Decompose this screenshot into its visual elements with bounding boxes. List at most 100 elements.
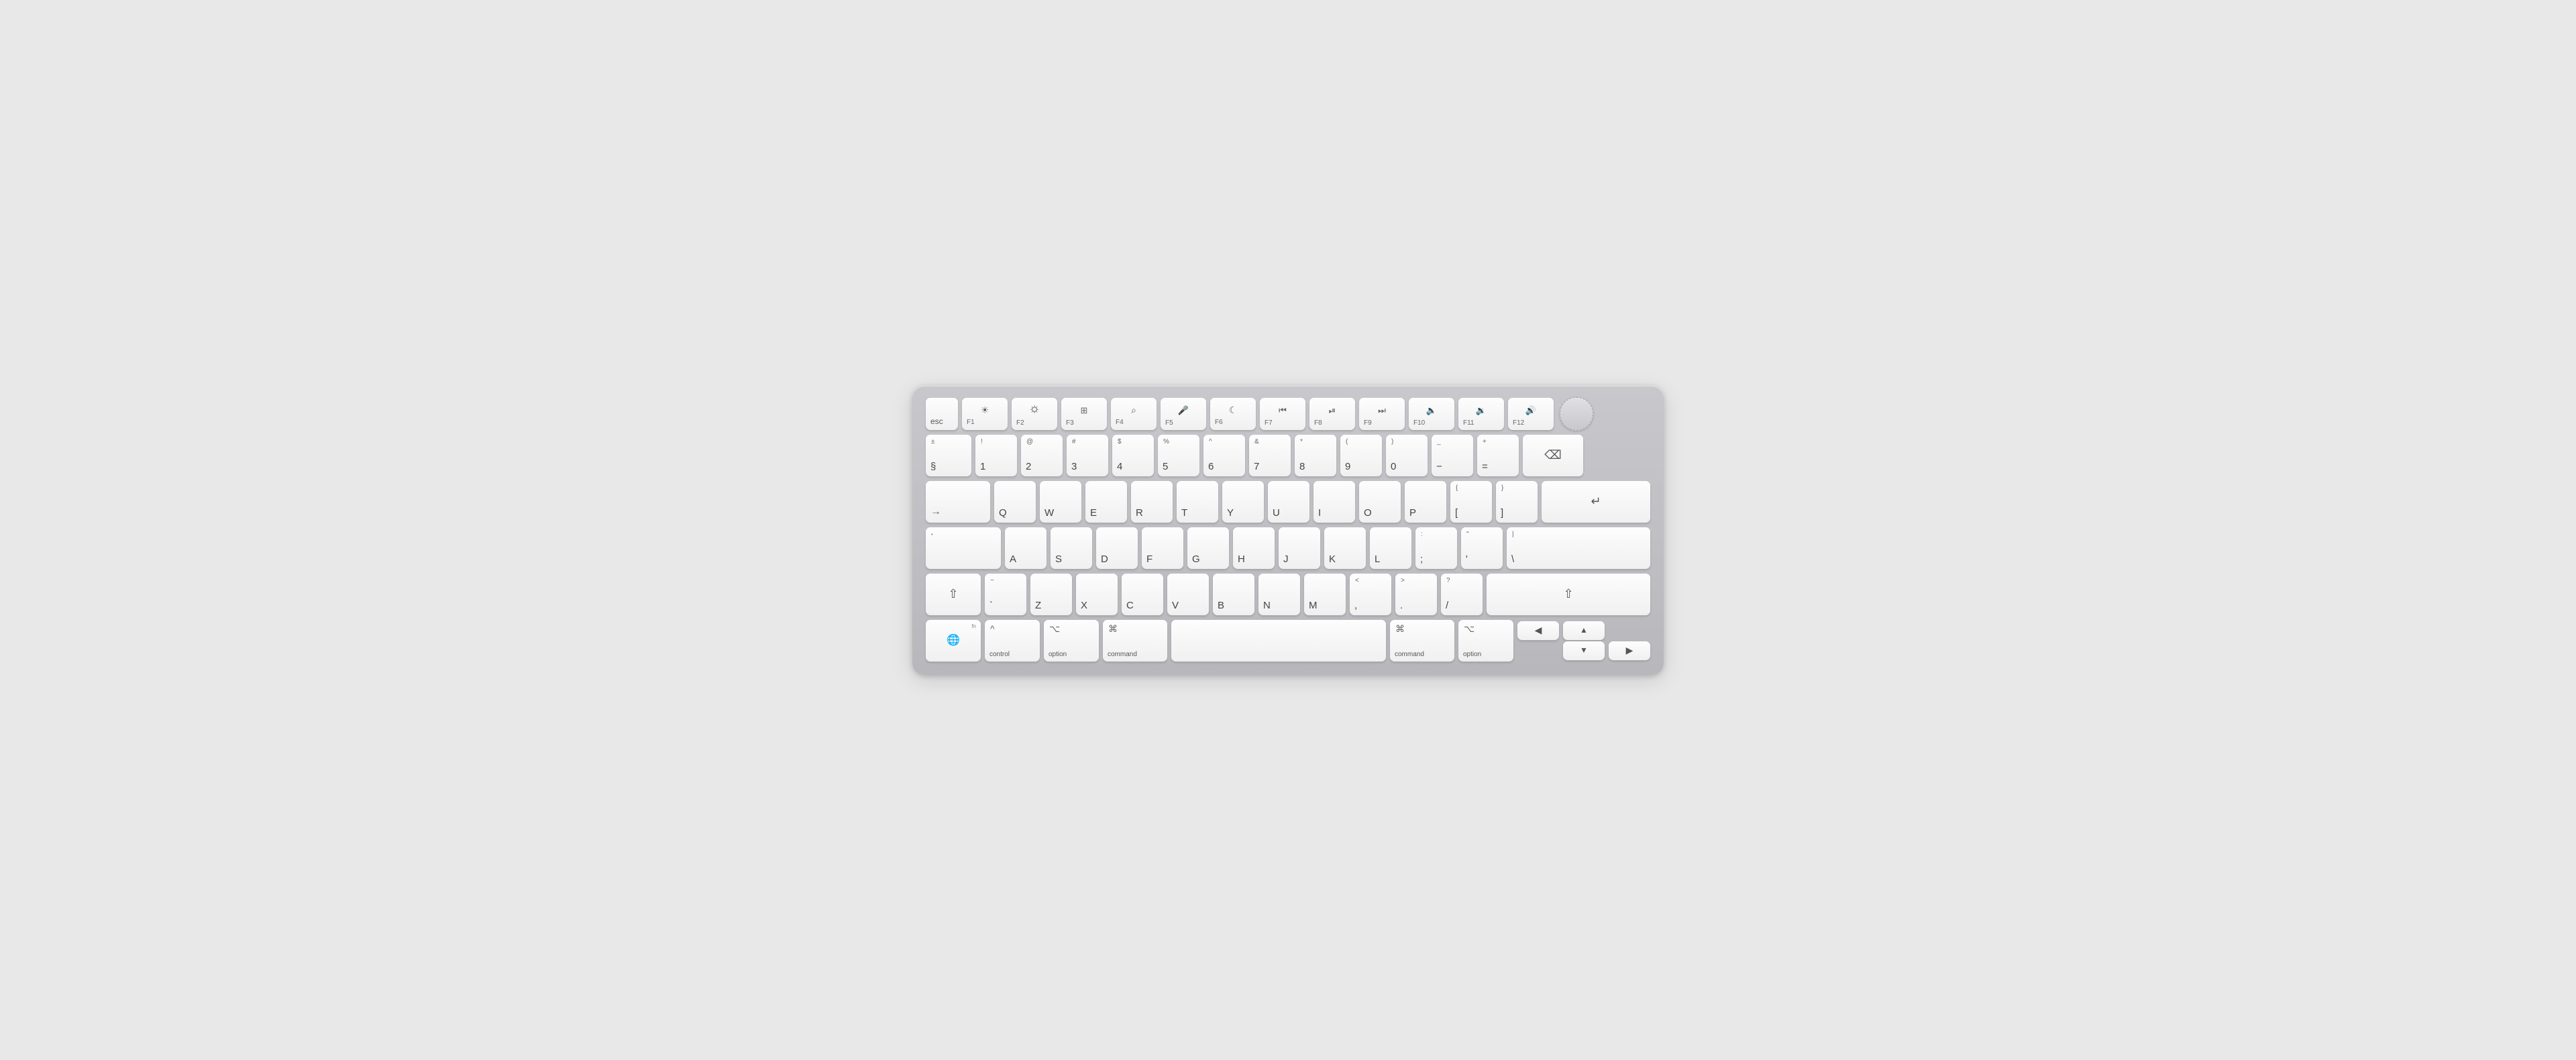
key-tab[interactable]: → xyxy=(926,481,990,523)
key-p[interactable]: P xyxy=(1405,481,1446,523)
key-q[interactable]: Q xyxy=(994,481,1036,523)
key-esc[interactable]: esc xyxy=(926,398,958,430)
key-backslash[interactable]: | \ xyxy=(1507,527,1650,569)
key-fn-globe[interactable]: fn 🌐 xyxy=(926,620,981,661)
key-b[interactable]: B xyxy=(1213,574,1254,615)
key-f9[interactable]: ⏭ F9 xyxy=(1359,398,1405,430)
key-d[interactable]: D xyxy=(1096,527,1138,569)
key-l[interactable]: L xyxy=(1370,527,1411,569)
key-f[interactable]: F xyxy=(1142,527,1183,569)
key-1[interactable]: ! 1 xyxy=(975,435,1017,476)
key-section-top: ± xyxy=(931,438,935,446)
key-f3[interactable]: ⊞ F3 xyxy=(1061,398,1107,430)
key-control[interactable]: ^ control xyxy=(985,620,1040,661)
key-arrow-left[interactable]: ◀ xyxy=(1517,621,1559,640)
key-m[interactable]: M xyxy=(1304,574,1346,615)
key-y[interactable]: Y xyxy=(1222,481,1264,523)
key-t[interactable]: T xyxy=(1177,481,1218,523)
key-r-main: R xyxy=(1136,507,1143,519)
key-slash[interactable]: ? / xyxy=(1441,574,1483,615)
key-i[interactable]: I xyxy=(1313,481,1355,523)
key-4-top: $ xyxy=(1118,438,1122,446)
key-o[interactable]: O xyxy=(1359,481,1401,523)
key-2[interactable]: @ 2 xyxy=(1021,435,1063,476)
key-z[interactable]: Z xyxy=(1030,574,1072,615)
key-f2[interactable]: 🌣 F2 xyxy=(1012,398,1057,430)
key-w[interactable]: W xyxy=(1040,481,1081,523)
key-arrow-right[interactable]: ▶ xyxy=(1609,641,1650,660)
key-6[interactable]: ^ 6 xyxy=(1203,435,1245,476)
key-equals[interactable]: + = xyxy=(1477,435,1519,476)
key-y-main: Y xyxy=(1227,507,1234,519)
key-4[interactable]: $ 4 xyxy=(1112,435,1154,476)
key-shift-left[interactable]: ⇧ xyxy=(926,574,981,615)
key-e[interactable]: E xyxy=(1085,481,1127,523)
key-return[interactable]: ↵ xyxy=(1542,481,1650,523)
key-period[interactable]: > . xyxy=(1395,574,1437,615)
key-section[interactable]: ± § xyxy=(926,435,971,476)
key-minus[interactable]: _ − xyxy=(1432,435,1473,476)
key-spacebar[interactable] xyxy=(1171,620,1386,661)
key-backtick[interactable]: ~ ` xyxy=(985,574,1026,615)
key-f4[interactable]: ⌕ F4 xyxy=(1111,398,1157,430)
key-comma-top: < xyxy=(1355,577,1359,585)
key-f5-icon: 🎤 xyxy=(1178,405,1189,416)
key-f12[interactable]: 🔊 F12 xyxy=(1508,398,1554,430)
key-f2-label: F2 xyxy=(1016,420,1024,427)
key-equals-top: + xyxy=(1483,438,1487,446)
key-a[interactable]: A xyxy=(1005,527,1046,569)
key-arrow-down[interactable]: ▼ xyxy=(1563,641,1605,660)
key-3[interactable]: # 3 xyxy=(1067,435,1108,476)
command-right-symbol: ⌘ xyxy=(1395,623,1405,635)
key-9[interactable]: ( 9 xyxy=(1340,435,1382,476)
touch-id-ring xyxy=(1560,397,1593,431)
fn-key-row: esc ☀ F1 🌣 F2 ⊞ F3 ⌕ F4 🎤 F5 ☾ F6 ⏮ F7 xyxy=(926,398,1650,430)
key-u[interactable]: U xyxy=(1268,481,1309,523)
key-g[interactable]: G xyxy=(1187,527,1229,569)
key-c[interactable]: C xyxy=(1122,574,1163,615)
key-z-main: Z xyxy=(1035,600,1041,612)
key-5[interactable]: % 5 xyxy=(1158,435,1199,476)
key-k[interactable]: K xyxy=(1324,527,1366,569)
key-v[interactable]: V xyxy=(1167,574,1209,615)
key-f5[interactable]: 🎤 F5 xyxy=(1161,398,1206,430)
key-f11-icon: 🔉 xyxy=(1476,405,1487,416)
key-rbracket-top: } xyxy=(1501,484,1503,492)
key-option-right[interactable]: ⌥ option xyxy=(1458,620,1513,661)
key-1-main: 1 xyxy=(980,461,985,473)
key-lbracket[interactable]: { [ xyxy=(1450,481,1492,523)
key-0[interactable]: ) 0 xyxy=(1386,435,1428,476)
key-rbracket[interactable]: } ] xyxy=(1496,481,1538,523)
key-f7[interactable]: ⏮ F7 xyxy=(1260,398,1305,430)
key-s[interactable]: S xyxy=(1051,527,1092,569)
key-arrow-up[interactable]: ▲ xyxy=(1563,621,1605,640)
key-3-top: # xyxy=(1072,438,1076,446)
key-f11[interactable]: 🔉 F11 xyxy=(1458,398,1504,430)
key-backspace[interactable]: ⌫ xyxy=(1523,435,1583,476)
globe-icon: 🌐 xyxy=(947,634,960,647)
key-r[interactable]: R xyxy=(1131,481,1173,523)
key-quote[interactable]: " ' xyxy=(1461,527,1503,569)
key-f12-icon: 🔊 xyxy=(1525,405,1536,416)
key-j[interactable]: J xyxy=(1279,527,1320,569)
key-touch-id[interactable] xyxy=(1558,398,1595,430)
key-f10[interactable]: 🔈 F10 xyxy=(1409,398,1454,430)
key-f1[interactable]: ☀ F1 xyxy=(962,398,1008,430)
key-command-right[interactable]: ⌘ command xyxy=(1390,620,1454,661)
key-comma[interactable]: < , xyxy=(1350,574,1391,615)
key-option-left[interactable]: ⌥ option xyxy=(1044,620,1099,661)
key-d-main: D xyxy=(1101,553,1108,566)
key-q-main: Q xyxy=(999,507,1007,519)
key-f6[interactable]: ☾ F6 xyxy=(1210,398,1256,430)
key-n[interactable]: N xyxy=(1258,574,1300,615)
key-caps-lock[interactable]: • xyxy=(926,527,1001,569)
key-7[interactable]: & 7 xyxy=(1249,435,1291,476)
key-8[interactable]: * 8 xyxy=(1295,435,1336,476)
key-x[interactable]: X xyxy=(1076,574,1118,615)
key-f8[interactable]: ⏯ F8 xyxy=(1309,398,1355,430)
key-h[interactable]: H xyxy=(1233,527,1275,569)
key-command-left[interactable]: ⌘ command xyxy=(1103,620,1167,661)
key-semicolon[interactable]: : ; xyxy=(1415,527,1457,569)
key-shift-right[interactable]: ⇧ xyxy=(1487,574,1650,615)
key-lbracket-main: [ xyxy=(1455,507,1458,519)
